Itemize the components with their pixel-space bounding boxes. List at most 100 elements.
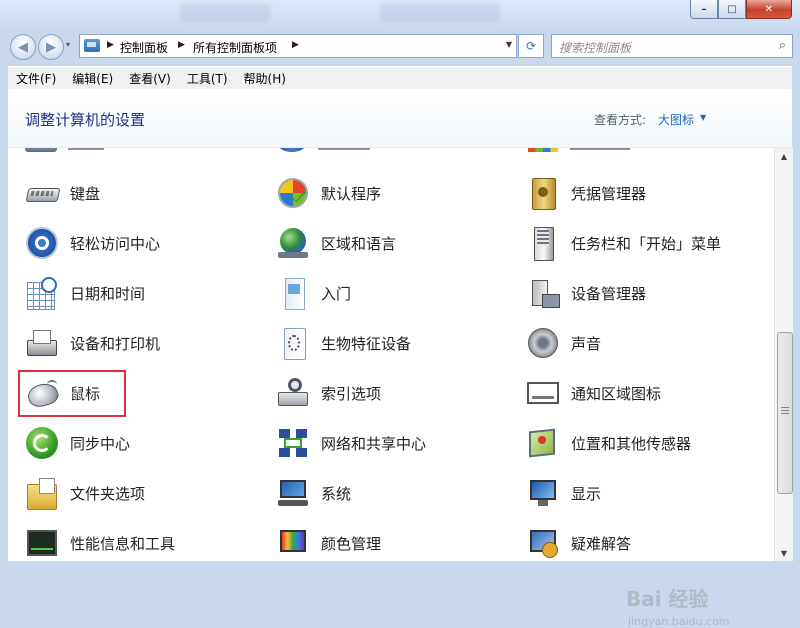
breadcrumb-all-items[interactable]: 所有控制面板项 [193,39,277,56]
breadcrumb-separator-icon[interactable]: ▶ [292,40,299,50]
item-credential-manager[interactable]: 凭据管理器 [526,176,646,210]
mouse-highlight-box [18,370,126,417]
getting-started-icon [276,276,310,310]
partial-item-icon [25,148,57,152]
item-location-sensors[interactable]: 位置和其他传感器 [526,426,691,460]
ease-of-access-icon [25,226,59,260]
item-sound[interactable]: 声音 [526,326,601,360]
item-label: 键盘 [70,184,101,203]
notification-area-icon [526,376,560,410]
region-language-icon [276,226,310,260]
item-label: 入门 [321,284,352,303]
partial-item-icon-2 [278,148,306,152]
item-device-manager[interactable]: 设备管理器 [526,276,646,310]
menu-tools[interactable]: 工具(T) [179,70,236,87]
item-display[interactable]: 显示 [526,476,601,510]
breadcrumb-control-panel[interactable]: 控制面板 [120,39,168,56]
breadcrumb-separator-icon[interactable]: ▶ [107,40,114,50]
scroll-down-button[interactable]: ▼ [775,545,793,561]
view-by-dropdown[interactable]: 大图标 [658,111,694,128]
page-title: 调整计算机的设置 [25,111,146,129]
device-manager-icon [526,276,560,310]
item-ease-of-access[interactable]: 轻松访问中心 [25,226,160,260]
item-label: 凭据管理器 [571,184,647,203]
item-date-time[interactable]: 日期和时间 [25,276,145,310]
credential-manager-icon [526,176,560,210]
item-label: 日期和时间 [70,284,146,303]
blurred-title-region-2 [380,4,500,22]
item-folder-options[interactable]: 文件夹选项 [25,476,145,510]
date-time-icon [25,276,59,310]
back-button[interactable]: ◀ [10,34,36,60]
item-region-language[interactable]: 区域和语言 [276,226,396,260]
refresh-button[interactable]: ⟳ [518,34,544,58]
maximize-button[interactable]: □ [718,0,746,19]
baidu-watermark: Bai 经验 [626,587,709,611]
menu-help[interactable]: 帮助(H) [236,70,294,87]
item-troubleshooting[interactable]: 疑难解答 [526,526,631,560]
search-input[interactable]: 搜索控制面板 ⌕ [551,34,793,58]
item-getting-started[interactable]: 入门 [276,276,351,310]
view-by-label: 查看方式: [594,113,647,127]
network-sharing-icon [276,426,310,460]
window-controls: – □ ✕ [690,0,792,20]
troubleshooting-icon [526,526,560,560]
item-system[interactable]: 系统 [276,476,351,510]
chevron-down-icon[interactable]: ▼ [700,113,706,122]
sync-center-icon [25,426,59,460]
item-label: 颜色管理 [321,534,382,553]
display-icon [526,476,560,510]
item-label: 系统 [321,484,352,503]
scroll-up-button[interactable]: ▲ [775,148,793,164]
recent-pages-dropdown[interactable]: ▾ [66,40,70,49]
window-titlebar[interactable]: – □ ✕ [0,0,800,30]
taskbar-start-menu-icon [526,226,560,261]
menu-view[interactable]: 查看(V) [121,70,179,87]
item-notification-area[interactable]: 通知区域图标 [526,376,661,410]
item-taskbar-start-menu[interactable]: 任务栏和「开始」菜单 [526,226,721,261]
blurred-title-region [180,4,270,22]
minimize-button[interactable]: – [690,0,718,19]
item-label: 索引选项 [321,384,382,403]
biometric-devices-icon [276,326,310,360]
search-icon[interactable]: ⌕ [779,38,786,53]
menu-file[interactable]: 文件(F) [8,70,64,87]
close-button[interactable]: ✕ [746,0,792,19]
item-biometric-devices[interactable]: 生物特征设备 [276,326,411,360]
color-management-icon [276,526,310,560]
forward-button[interactable]: ▶ [38,34,64,60]
address-dropdown-icon[interactable]: ▼ [506,40,512,49]
content-header: 调整计算机的设置 查看方式: 大图标 ▼ [8,89,792,148]
partial-item-label-2 [318,148,370,150]
vertical-scrollbar[interactable]: ▲ ▼ [774,148,793,561]
item-sync-center[interactable]: 同步中心 [25,426,130,460]
item-default-programs[interactable]: 默认程序 [276,176,381,210]
item-label: 区域和语言 [321,234,397,253]
sound-icon [526,326,560,360]
location-sensors-icon [526,426,560,460]
keyboard-icon [25,176,61,210]
item-label: 网络和共享中心 [321,434,427,453]
menu-edit[interactable]: 编辑(E) [64,70,121,87]
item-devices-printers[interactable]: 设备和打印机 [25,326,160,360]
item-label: 通知区域图标 [571,384,662,403]
item-label: 疑难解答 [571,534,632,553]
menu-bar: 文件(F) 编辑(E) 查看(V) 工具(T) 帮助(H) [8,66,792,89]
item-color-management[interactable]: 颜色管理 [276,526,381,560]
back-arrow-icon: ◀ [18,39,28,55]
item-label: 位置和其他传感器 [571,434,692,453]
item-label: 文件夹选项 [70,484,146,503]
item-label: 轻松访问中心 [70,234,161,253]
item-performance[interactable]: 性能信息和工具 [25,526,175,560]
scroll-thumb[interactable] [777,332,793,494]
breadcrumb-separator-icon[interactable]: ▶ [178,40,185,50]
item-keyboard[interactable]: 键盘 [25,176,100,210]
item-label: 设备和打印机 [70,334,161,353]
address-bar[interactable]: ▶ 控制面板 ▶ 所有控制面板项 ▶ ▼ [79,34,517,58]
devices-printers-icon [25,326,59,360]
system-icon [276,476,310,510]
control-panel-icon [84,39,100,52]
item-indexing-options[interactable]: 索引选项 [276,376,381,410]
performance-icon [25,526,59,560]
item-network-sharing[interactable]: 网络和共享中心 [276,426,426,460]
